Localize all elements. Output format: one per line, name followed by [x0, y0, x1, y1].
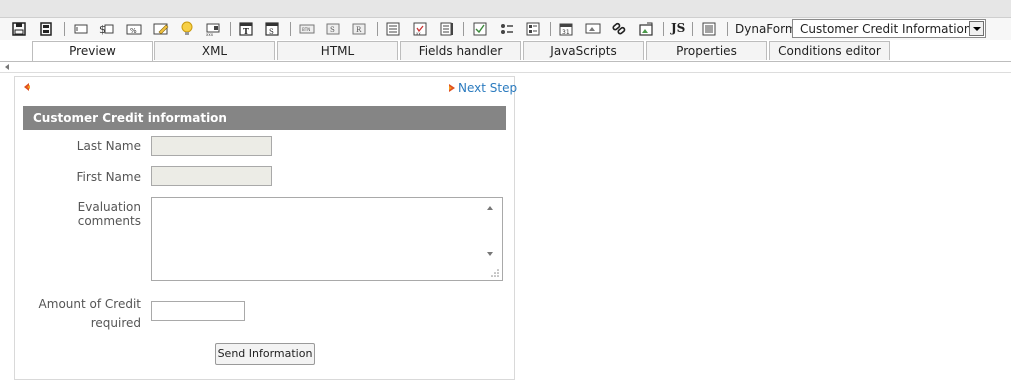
tab-html[interactable]: HTML	[277, 41, 398, 60]
radiogroup-icon[interactable]	[438, 20, 456, 38]
button-icon[interactable]: BTN	[298, 20, 316, 38]
chevron-down-icon[interactable]	[969, 21, 984, 36]
resize-grip-icon[interactable]	[490, 268, 500, 278]
next-step-icon	[449, 84, 455, 92]
svg-text:xx: xx	[416, 31, 421, 36]
tab-properties[interactable]: Properties	[646, 41, 767, 60]
grid-icon[interactable]	[524, 20, 542, 38]
toolbar-separator	[463, 22, 464, 36]
checkbox-icon[interactable]	[471, 20, 489, 38]
last-name-label: Last Name	[76, 139, 141, 153]
amount-label-line1: Amount of Credit	[38, 297, 141, 311]
first-name-field[interactable]	[151, 166, 272, 186]
toolbar-separator	[377, 22, 378, 36]
tab-conditions-editor[interactable]: Conditions editor	[769, 41, 890, 60]
percentage-icon[interactable]: %	[125, 20, 143, 38]
reset-icon[interactable]: R	[350, 20, 368, 38]
checkgroup-icon[interactable]: xx	[411, 20, 429, 38]
tab-xml[interactable]: XML	[154, 41, 275, 60]
svg-text:BTN: BTN	[302, 27, 310, 32]
link-icon[interactable]	[610, 20, 628, 38]
scroll-up-icon[interactable]	[487, 206, 493, 210]
save-icon[interactable]	[10, 20, 28, 38]
evaluation-comments-textarea[interactable]	[151, 197, 503, 281]
amount-of-credit-field[interactable]	[151, 301, 245, 321]
javascript-icon[interactable]: JS	[671, 21, 685, 35]
last-name-field[interactable]	[151, 136, 272, 156]
dynaform-select-value: Customer Credit Information	[800, 22, 972, 36]
listbox-icon[interactable]	[384, 20, 402, 38]
dropdown-icon[interactable]: xxx	[204, 20, 222, 38]
horizontal-scrollbar[interactable]	[0, 72, 1011, 73]
submit-icon[interactable]: S	[324, 20, 342, 38]
currency-icon[interactable]: $	[97, 20, 115, 38]
scroll-left-icon[interactable]	[5, 64, 9, 70]
send-information-button[interactable]: Send Information	[215, 343, 315, 365]
title-icon[interactable]: T	[237, 20, 255, 38]
toolbar-separator	[663, 22, 664, 36]
svg-text:S: S	[269, 28, 274, 36]
toolbar-separator	[692, 22, 693, 36]
amount-of-credit-label: Amount of Credit required	[30, 295, 141, 333]
dynaform-select[interactable]: Customer Credit Information	[792, 19, 986, 38]
svg-text:T: T	[243, 26, 249, 36]
window-top-strip	[0, 0, 1011, 18]
svg-text:%: %	[130, 27, 137, 35]
scroll-down-icon[interactable]	[487, 252, 493, 256]
svg-text:R: R	[356, 26, 362, 34]
designer-tabs: Preview XML HTML Fields handler JavaScri…	[0, 41, 1011, 62]
next-step-label: Next Step	[458, 81, 518, 95]
svg-text:xxx: xxx	[206, 32, 214, 36]
subtitle-icon[interactable]: S	[263, 20, 281, 38]
toolbar-separator	[550, 22, 551, 36]
toolbar-separator	[727, 22, 728, 36]
dynaform-label: DynaForm:	[735, 22, 801, 36]
previous-step-icon[interactable]	[22, 82, 32, 92]
file-icon[interactable]	[584, 20, 602, 38]
date-icon[interactable]: 31	[557, 20, 575, 38]
tab-javascripts[interactable]: JavaScripts	[523, 41, 644, 60]
evaluation-comments-label: Evaluation comments	[77, 200, 141, 228]
tab-preview[interactable]: Preview	[32, 41, 153, 61]
hidden-icon[interactable]	[700, 20, 718, 38]
toolbar-separator	[230, 22, 231, 36]
yesno-icon[interactable]	[498, 20, 516, 38]
toolbar-separator	[290, 22, 291, 36]
suggest-icon[interactable]	[178, 20, 196, 38]
save-as-icon[interactable]	[37, 20, 55, 38]
amount-label-line2: required	[90, 316, 141, 330]
image-icon[interactable]	[637, 20, 655, 38]
textbox-icon[interactable]	[72, 20, 90, 38]
form-title: Customer Credit information	[23, 106, 506, 130]
textarea-icon[interactable]	[152, 20, 170, 38]
toolbar-separator	[64, 22, 65, 36]
tab-fields-handler[interactable]: Fields handler	[400, 41, 521, 60]
first-name-label: First Name	[76, 170, 141, 184]
svg-text:31: 31	[562, 29, 570, 36]
svg-text:S: S	[330, 26, 335, 34]
next-step-link[interactable]: Next Step	[448, 81, 517, 95]
